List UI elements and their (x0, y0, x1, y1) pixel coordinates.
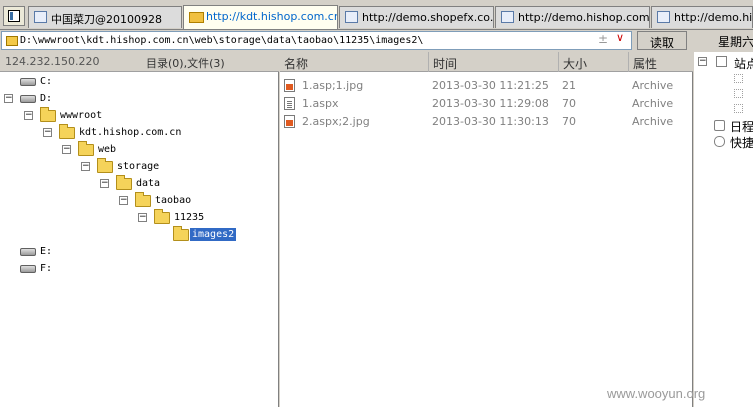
file-size: 70 (562, 115, 576, 128)
tree-header: 124.232.150.220 目录(0),文件(3) (0, 52, 279, 72)
collapse-icon[interactable]: − (62, 145, 71, 154)
tree-node-storage[interactable]: − storage (0, 158, 250, 175)
watermark: www.wooyun.org (607, 386, 706, 401)
file-name: 1.asp;1.jpg (302, 79, 364, 92)
page-icon (34, 11, 47, 23)
item-counts: 目录(0),文件(3) (146, 57, 225, 70)
tab-label: 中国菜刀@20100928 (51, 13, 162, 26)
drive-icon (20, 265, 36, 273)
collapse-icon[interactable]: − (138, 213, 147, 222)
folder-icon (173, 226, 189, 241)
file-attributes: Archive (632, 97, 674, 110)
tab-label: http://demo.hishop.com.... (518, 11, 650, 24)
collapse-icon[interactable]: − (119, 196, 128, 205)
calendar-icon (714, 120, 725, 131)
tree-node-11235[interactable]: − 11235 (0, 209, 250, 226)
file-row[interactable]: 1.aspx 2013-03-30 11:29:08 70 Archive (280, 94, 693, 112)
folder-icon (78, 141, 94, 156)
file-list-header: 名称 时间 大小 属性 (280, 52, 693, 72)
weekday-label: 星期六 (718, 35, 753, 49)
file-name: 2.aspx;2.jpg (302, 115, 370, 128)
selected-folder-label: images2 (190, 228, 237, 241)
app-menu-button[interactable] (3, 6, 25, 26)
column-name[interactable]: 名称 (280, 52, 428, 72)
file-list-panel: 名称 时间 大小 属性 1.asp;1.jpg 2013-03-30 11:21… (280, 52, 693, 407)
tree-node-web[interactable]: − web (0, 141, 250, 158)
window-icon (8, 10, 20, 22)
folder-icon (189, 10, 204, 23)
log-label: 日程 (730, 120, 753, 134)
column-attributes[interactable]: 属性 (628, 52, 693, 72)
folder-icon (116, 175, 132, 190)
file-row[interactable]: 1.asp;1.jpg 2013-03-30 11:21:25 21 Archi… (280, 76, 693, 94)
file-name: 1.aspx (302, 97, 339, 110)
column-time[interactable]: 时间 (428, 52, 558, 72)
folder-icon (135, 192, 151, 207)
text-file-icon (284, 97, 295, 110)
tree-node-d[interactable]: − D: (0, 91, 200, 107)
column-size[interactable]: 大小 (558, 52, 628, 72)
folder-icon (6, 36, 18, 46)
tree-node-images2[interactable]: images2 (0, 226, 250, 243)
image-file-icon (284, 79, 295, 92)
tab-caidao[interactable]: 中国菜刀@20100928 (28, 6, 182, 28)
tab-label: http://demo.shopefx.co... (362, 11, 494, 24)
tree-node-site[interactable]: − kdt.hishop.com.cn (0, 124, 279, 141)
site-label: 站点 (734, 57, 753, 71)
tree-node-taobao[interactable]: − taobao (0, 192, 250, 209)
server-ip: 124.232.150.220 (5, 55, 100, 68)
folder-icon (154, 209, 170, 224)
chevron-down-icon[interactable]: ∨ (616, 31, 624, 44)
tab-kdt-hishop[interactable]: http://kdt.hishop.com.cn... (183, 5, 338, 29)
file-attributes: Archive (632, 79, 674, 92)
drive-icon (20, 95, 36, 103)
file-time: 2013-03-30 11:21:25 (432, 79, 549, 92)
file-row[interactable]: 2.aspx;2.jpg 2013-03-30 11:30:13 70 Arch… (280, 112, 693, 130)
tree-node-c[interactable]: C: (0, 74, 200, 90)
tab-demo-his[interactable]: http://demo.his (651, 6, 753, 28)
read-button[interactable]: 读取 (637, 31, 687, 50)
drive-icon (20, 248, 36, 256)
tree-node-e[interactable]: E: (0, 244, 200, 260)
path-input[interactable]: D:\wwwroot\kdt.hishop.com.cn\web\storage… (1, 31, 632, 50)
page-icon (345, 11, 358, 23)
folder-icon (40, 107, 56, 122)
image-file-icon (284, 115, 295, 128)
site-item-icon[interactable] (734, 104, 743, 113)
address-bar: D:\wwwroot\kdt.hishop.com.cn\web\storage… (0, 30, 753, 52)
collapse-icon[interactable]: − (24, 111, 33, 120)
file-time: 2013-03-30 11:29:08 (432, 97, 549, 110)
page-icon (657, 11, 670, 23)
tree-node-data[interactable]: − data (0, 175, 250, 192)
drive-icon (20, 78, 36, 86)
tree-node-wwwroot[interactable]: − wwwroot (0, 107, 250, 124)
site-item-icon[interactable] (734, 74, 743, 83)
hand-icon (714, 136, 725, 147)
collapse-icon[interactable]: − (81, 162, 90, 171)
tab-demo-shopefx[interactable]: http://demo.shopefx.co... (339, 6, 494, 28)
tab-bar: 中国菜刀@20100928 http://kdt.hishop.com.cn..… (0, 0, 753, 30)
file-time: 2013-03-30 11:30:13 (432, 115, 549, 128)
collapse-icon[interactable]: − (43, 128, 52, 137)
bookmark-icon[interactable]: ± (598, 32, 608, 46)
file-attributes: Archive (632, 115, 674, 128)
site-item-icon[interactable] (734, 89, 743, 98)
directory-tree-panel: 124.232.150.220 目录(0),文件(3) C: − D: − ww… (0, 52, 279, 407)
folder-icon (59, 124, 75, 139)
page-icon (501, 11, 514, 23)
tab-label: http://kdt.hishop.com.cn... (206, 10, 338, 23)
collapse-icon[interactable]: − (4, 94, 13, 103)
tab-demo-hishop[interactable]: http://demo.hishop.com.... (495, 6, 650, 28)
collapse-icon[interactable]: − (100, 179, 109, 188)
path-text: D:\wwwroot\kdt.hishop.com.cn\web\storage… (20, 35, 424, 46)
collapse-icon[interactable]: − (698, 57, 707, 66)
site-icon (716, 56, 727, 67)
file-size: 21 (562, 79, 576, 92)
folder-icon (97, 158, 113, 173)
tab-label: http://demo.his (674, 11, 753, 24)
tree-node-f[interactable]: F: (0, 261, 200, 277)
quick-label: 快捷 (730, 136, 753, 150)
file-size: 70 (562, 97, 576, 110)
side-panel: − 站点 日程 快捷 (694, 52, 753, 407)
